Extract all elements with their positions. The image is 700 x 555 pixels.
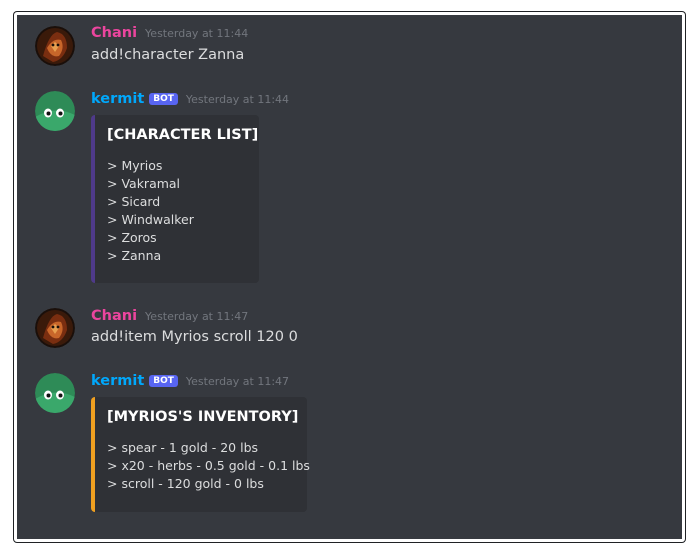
list-item: > Vakramal xyxy=(107,176,181,191)
chat-window: Chani Yesterday at 11:44 add!character Z… xyxy=(14,12,685,542)
avatar[interactable] xyxy=(35,91,75,131)
embed-inventory: [MYRIOS'S INVENTORY] > spear - 1 gold - … xyxy=(91,397,310,512)
avatar[interactable] xyxy=(35,26,75,66)
list-item: > spear - 1 gold - 20 lbs xyxy=(107,440,259,455)
list-item: > Zanna xyxy=(107,248,162,263)
list-item: > Windwalker xyxy=(107,212,194,227)
list-item: > Zoros xyxy=(107,230,157,245)
avatar[interactable] xyxy=(35,373,75,413)
author-name[interactable]: Chani xyxy=(91,308,137,324)
message-text: add!item Myrios scroll 120 0 xyxy=(91,329,298,345)
list-item: > x20 - herbs - 0.5 gold - 0.1 lbs xyxy=(107,458,310,473)
message-text: add!character Zanna xyxy=(91,47,245,63)
author-name[interactable]: kermit xyxy=(91,91,144,107)
timestamp: Yesterday at 11:47 xyxy=(185,375,290,388)
bot-badge: BOT xyxy=(149,375,178,387)
embed-title: [CHARACTER LIST] xyxy=(107,127,259,143)
timestamp: Yesterday at 11:44 xyxy=(145,27,249,40)
avatar[interactable] xyxy=(35,308,75,348)
embed-character-list: [CHARACTER LIST] > Myrios > Vakramal > S… xyxy=(91,115,259,283)
author-name[interactable]: Chani xyxy=(91,25,137,41)
list-item: > Sicard xyxy=(107,194,161,209)
bot-badge: BOT xyxy=(149,93,178,105)
embed-title: [MYRIOS'S INVENTORY] xyxy=(107,409,299,425)
list-item: > scroll - 120 gold - 0 lbs xyxy=(107,476,264,491)
timestamp: Yesterday at 11:44 xyxy=(185,93,290,106)
timestamp: Yesterday at 11:47 xyxy=(145,310,249,323)
list-item: > Myrios xyxy=(107,158,163,173)
author-name[interactable]: kermit xyxy=(91,373,144,389)
